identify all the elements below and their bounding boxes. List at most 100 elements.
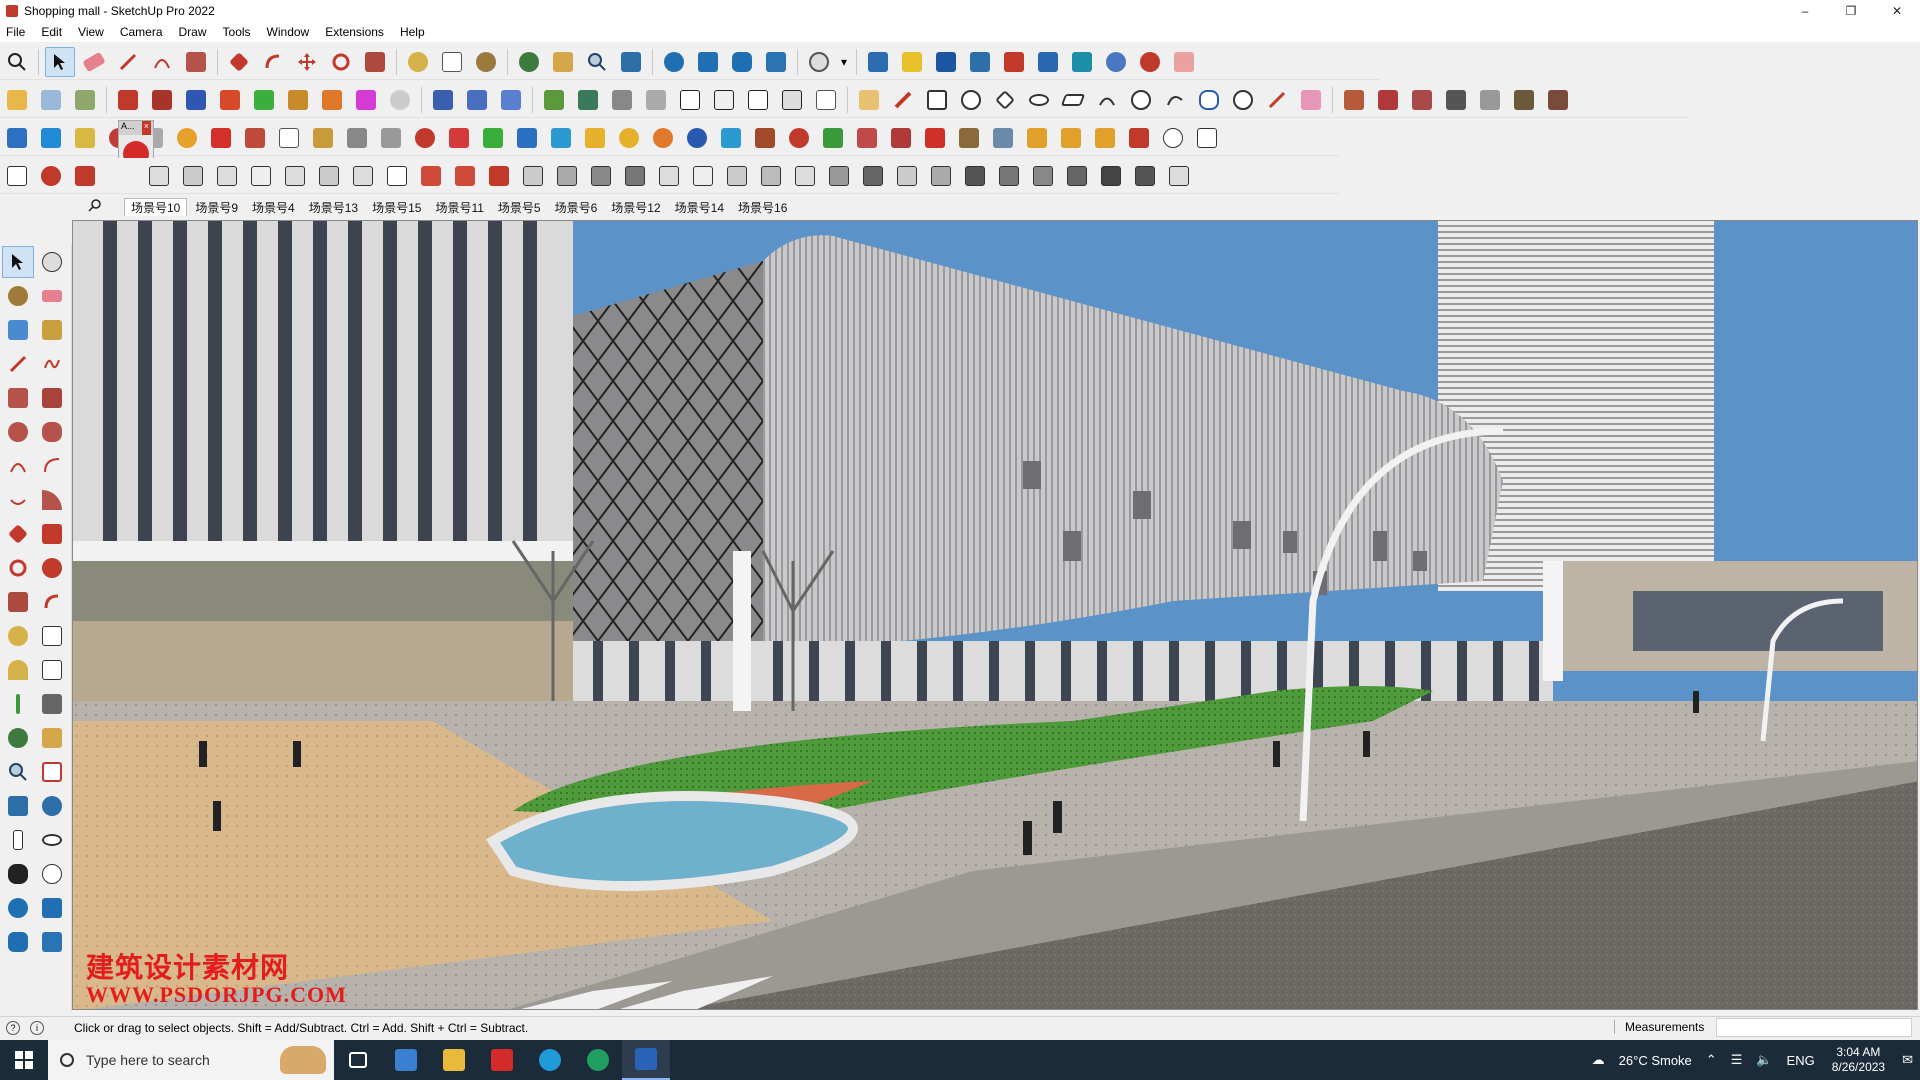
close-button[interactable]: ✕ [1874,0,1920,22]
red-arrow-icon[interactable] [1262,85,1292,115]
3d-warehouse-icon[interactable] [659,47,689,77]
scene-tab[interactable]: 场景号5 [492,198,547,216]
shape-spline-icon[interactable] [1194,85,1224,115]
menu-help[interactable]: Help [400,25,425,39]
paint-bucket-tool-icon[interactable] [471,47,501,77]
plugin-tool-icon-u[interactable] [784,123,814,153]
text-left-icon[interactable] [36,654,68,686]
house-icon-5[interactable] [743,85,773,115]
sandbox-icon[interactable] [70,85,100,115]
plugin-icon-2[interactable] [897,47,927,77]
rectangle-left-icon[interactable] [2,382,34,414]
extrude-icon-1[interactable] [147,85,177,115]
component-icon[interactable] [2,85,32,115]
eraser-pink-icon[interactable] [1296,85,1326,115]
previous-view-icon[interactable] [36,790,68,822]
volume-icon[interactable]: 🔈 [1756,1052,1772,1068]
shape-helix-icon[interactable] [1228,85,1258,115]
row4-icon-21[interactable] [722,161,752,191]
select-tool-icon[interactable] [45,46,75,77]
row4-icon-13[interactable] [450,161,480,191]
acrobat-app-icon[interactable] [478,1040,526,1080]
polygon-icon[interactable] [36,416,68,448]
section-icon-2[interactable] [462,85,492,115]
material-icon-4[interactable] [1441,85,1471,115]
row4-icon-3[interactable] [70,161,100,191]
row4-icon-30[interactable] [1028,161,1058,191]
pushpull-left-icon[interactable] [36,518,68,550]
axes-icon[interactable] [2,688,34,720]
component-left-icon[interactable] [2,314,34,346]
row4-icon-11[interactable] [382,161,412,191]
paint-icon[interactable] [2,280,34,312]
plugin-icon-5[interactable] [999,47,1029,77]
plugin-tool-icon-j[interactable] [410,123,440,153]
plugin-tool-icon-f[interactable] [274,123,304,153]
freehand-icon[interactable] [36,348,68,380]
menu-view[interactable]: View [78,25,104,39]
scene-tab[interactable]: 场景号16 [732,198,793,216]
material-icon-2[interactable] [1373,85,1403,115]
scene-tab[interactable]: 场景号11 [429,198,489,216]
model-viewport[interactable] [72,220,1918,1010]
house-icon-3[interactable] [675,85,705,115]
row4-icon-14[interactable] [484,161,514,191]
menu-tools[interactable]: Tools [223,25,251,39]
start-button[interactable] [0,1040,48,1080]
shape-curve-icon[interactable] [1160,85,1190,115]
scene-tab[interactable]: 场景号13 [303,198,364,216]
material-icon-1[interactable] [1339,85,1369,115]
task-view-icon[interactable] [334,1040,382,1080]
plugin-icon-8[interactable] [1169,47,1199,77]
plugin-tool-icon-ae[interactable] [1124,123,1154,153]
house-icon-1[interactable] [607,85,637,115]
zoom-window-left-icon[interactable] [36,756,68,788]
measurements-input[interactable] [1716,1018,1912,1037]
dropdown-arrow-icon[interactable]: ▾ [838,47,850,77]
plugin-tool-icon-v[interactable] [818,123,848,153]
menu-window[interactable]: Window [267,25,310,39]
pie-icon[interactable] [36,484,68,516]
plugin-tool-icon-ag[interactable] [1192,123,1222,153]
zoom-extents-icon[interactable] [2,47,32,77]
row4-icon-2[interactable] [36,161,66,191]
network-icon[interactable]: ☰ [1731,1052,1743,1068]
row4-icon-18[interactable] [620,161,650,191]
arc-left-icon[interactable] [2,450,34,482]
arc2-icon[interactable] [36,450,68,482]
menu-camera[interactable]: Camera [120,25,163,39]
row4-icon-6[interactable] [212,161,242,191]
eraser-tool-icon[interactable] [79,47,109,77]
zoom-tool-icon[interactable] [582,47,612,77]
menu-extensions[interactable]: Extensions [325,25,384,39]
weather-text[interactable]: 26°C Smoke [1619,1053,1692,1068]
line-tool-icon[interactable] [113,47,143,77]
zoom-window-tool-icon[interactable] [616,47,646,77]
scene-tab[interactable]: 场景号14 [669,198,730,216]
scene-tab[interactable]: 场景号12 [605,198,666,216]
plugin-icon-3[interactable] [931,47,961,77]
warehouse-left-icon[interactable] [2,892,34,924]
3d-text-icon[interactable] [36,688,68,720]
plugin-tool-icon-n[interactable] [546,123,576,153]
plugin-icon-6[interactable] [1033,47,1063,77]
row4-icon-1[interactable] [2,161,32,191]
row4-icon-8[interactable] [280,161,310,191]
taskbar-search[interactable]: Type here to search [48,1040,334,1080]
extrude-icon-3[interactable] [215,85,245,115]
rotate-tool-icon[interactable] [326,47,356,77]
solid-tools-icon[interactable] [36,85,66,115]
notification-icon[interactable]: ✉ [1902,1052,1913,1068]
extrude-icon-2[interactable] [181,85,211,115]
plugin-icon-4[interactable] [965,47,995,77]
orbit-tool-icon[interactable] [514,47,544,77]
row4-icon-7[interactable] [246,161,276,191]
tape-measure-tool-icon[interactable] [403,47,433,77]
row4-icon-34[interactable] [1164,161,1194,191]
menu-file[interactable]: File [6,25,25,39]
rectangle-tool-icon[interactable] [181,47,211,77]
row4-icon-10[interactable] [348,161,378,191]
row4-icon-29[interactable] [994,161,1024,191]
pan-tool-icon[interactable] [548,47,578,77]
plugin-tool-icon-h[interactable] [342,123,372,153]
